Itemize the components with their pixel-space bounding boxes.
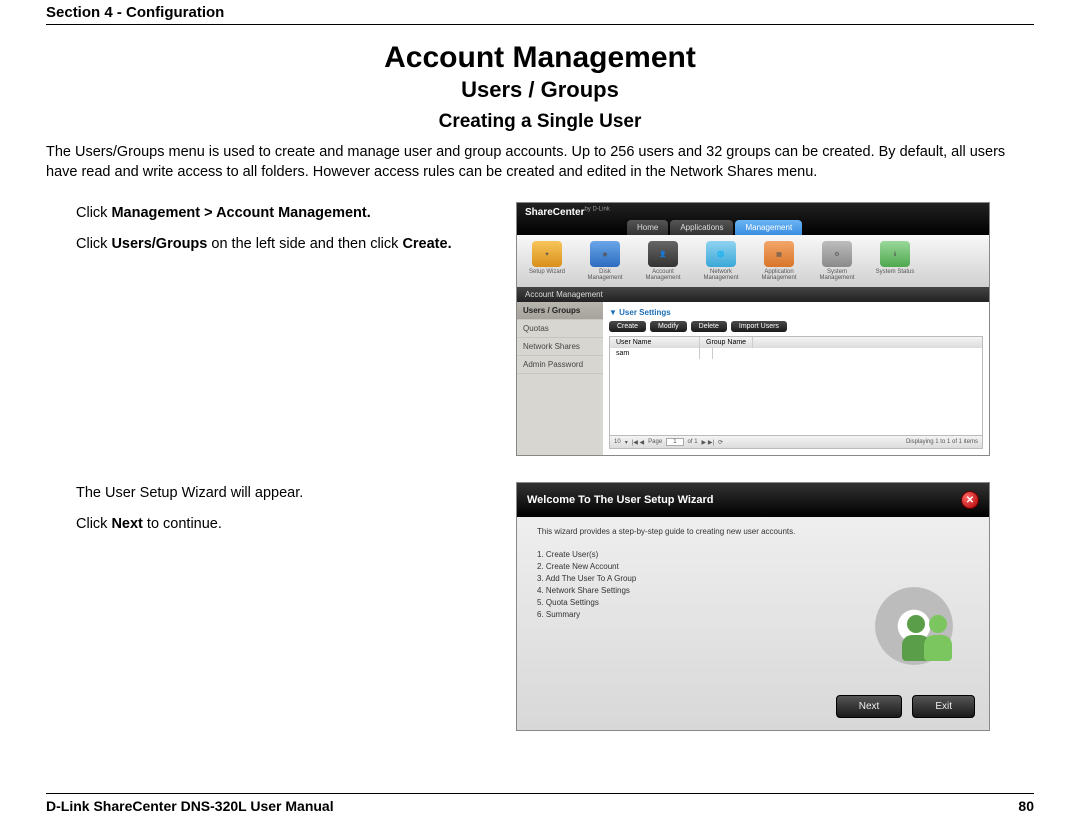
step2-line1: The User Setup Wizard will appear. [76,482,486,505]
section-header: Section 4 - Configuration [46,4,1034,25]
wizard-step-6: 6. Summary [537,610,845,619]
people-graphic [899,615,955,661]
cell-user-name: sam [610,348,700,359]
wizard-step-4: 4. Network Share Settings [537,586,845,595]
step2-line2-b: Next [111,516,142,532]
footer-page-number: 80 [1018,798,1034,814]
disk-icon: ◉ [602,251,607,258]
table-row[interactable]: sam [610,348,982,359]
info-icon: ℹ [894,251,896,258]
globe-icon: 🌐 [717,251,724,258]
create-button[interactable]: Create [609,321,646,332]
users-table: User Name Group Name sam [609,336,983,436]
page-subsubtitle: Creating a Single User [46,111,1034,133]
section-user-settings: ▼ User Settings [609,308,983,317]
tab-home[interactable]: Home [627,220,668,235]
tool-disk-management[interactable]: ◉Disk Management [583,241,627,281]
th-group-name: Group Name [700,337,753,348]
intro-paragraph: The Users/Groups menu is used to create … [46,143,1034,182]
sidebar-item-users-groups[interactable]: Users / Groups [517,302,603,320]
page-title: Account Management [46,41,1034,75]
step1-line2: Click Users/Groups on the left side and … [76,233,486,256]
step2-line2-a: Click [76,516,111,532]
wizard-step-5: 5. Quota Settings [537,598,845,607]
wizard-title: Welcome To The User Setup Wizard [527,494,714,506]
delete-button[interactable]: Delete [691,321,727,332]
wizard-step-3: 3. Add The User To A Group [537,574,845,583]
gear-icon: ⚙ [834,251,839,258]
footer-manual-title: D-Link ShareCenter DNS-320L User Manual [46,798,334,814]
step1-line1: Click Management > Account Management. [76,202,486,225]
user-icon: 👤 [659,251,666,258]
refresh-icon[interactable]: ⟳ [718,439,723,446]
sidebar-item-network-shares[interactable]: Network Shares [517,338,603,356]
close-button[interactable]: ✕ [961,491,979,509]
th-user-name: User Name [610,337,700,348]
tool-account-management[interactable]: 👤Account Management [641,241,685,281]
tab-applications[interactable]: Applications [670,220,733,235]
tool-setup-wizard[interactable]: ✦Setup Wizard [525,241,569,281]
table-pager[interactable]: 10▾ |◀ ◀ Page 1 of 1 ▶ ▶| ⟳ Displaying 1… [609,436,983,449]
sharecenter-logo: ShareCenterby D-Link [525,207,610,218]
import-users-button[interactable]: Import Users [731,321,787,332]
cell-group-name [700,348,713,359]
modify-button[interactable]: Modify [650,321,687,332]
step1-line2-c: on the left side and then click [207,236,402,252]
sidebar-item-admin-password[interactable]: Admin Password [517,356,603,374]
page-subtitle: Users / Groups [46,77,1034,103]
step1-line2-b: Users/Groups [111,236,207,252]
screenshot-user-setup-wizard: Welcome To The User Setup Wizard ✕ This … [516,482,990,731]
wizard-steps-list: 1. Create User(s) 2. Create New Account … [531,550,845,619]
tool-system-management[interactable]: ⚙System Management [815,241,859,281]
step1-line1-bold: Management > Account Management. [111,205,370,221]
step1-line1-prefix: Click [76,205,111,221]
next-button[interactable]: Next [836,695,903,718]
breadcrumb: Account Management [517,287,989,302]
tool-application-management[interactable]: ▦Application Management [757,241,801,281]
step1-line2-a: Click [76,236,111,252]
wizard-description: This wizard provides a step-by-step guid… [531,527,845,536]
screenshot-account-management: ShareCenterby D-Link Home Applications M… [516,202,990,456]
step1-line2-d: Create. [402,236,451,252]
close-icon: ✕ [966,495,974,506]
sidebar-item-quotas[interactable]: Quotas [517,320,603,338]
wizard-step-2: 2. Create New Account [537,562,845,571]
exit-button[interactable]: Exit [912,695,975,718]
wizard-step-1: 1. Create User(s) [537,550,845,559]
step2-line2-c: to continue. [143,516,222,532]
tool-network-management[interactable]: 🌐Network Management [699,241,743,281]
wand-icon: ✦ [544,251,549,258]
step2-line2: Click Next to continue. [76,513,486,536]
tool-system-status[interactable]: ℹSystem Status [873,241,917,281]
grid-icon: ▦ [776,251,782,258]
tab-management[interactable]: Management [735,220,802,235]
